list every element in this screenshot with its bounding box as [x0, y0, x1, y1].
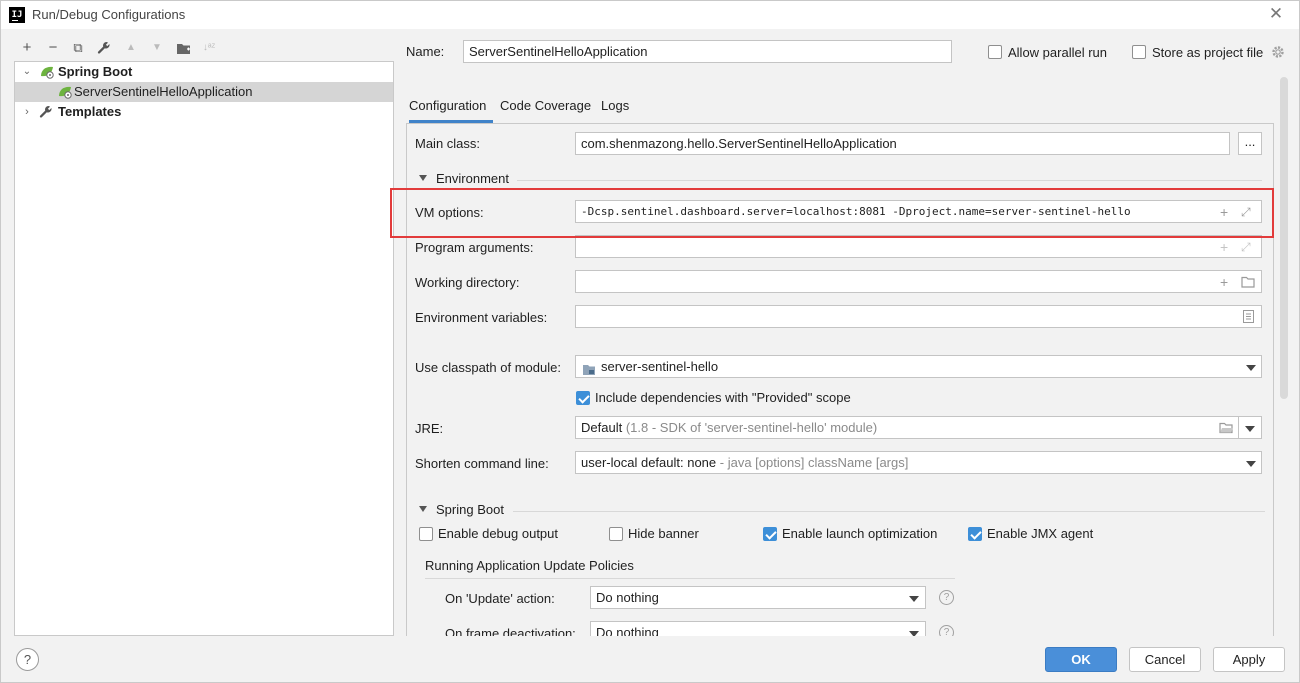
- close-icon[interactable]: ✕: [1267, 5, 1285, 23]
- classpath-module-value: server-sentinel-hello: [601, 359, 719, 374]
- module-folder-icon: [582, 361, 596, 377]
- hide-banner-checkbox[interactable]: [609, 527, 623, 541]
- vertical-scrollbar[interactable]: [1280, 77, 1288, 399]
- program-arguments-input[interactable]: [575, 235, 1262, 258]
- tree-node-server-sentinel-hello-application[interactable]: ServerSentinelHelloApplication: [15, 82, 393, 102]
- apply-button[interactable]: Apply: [1213, 647, 1285, 672]
- store-as-project-file-checkbox[interactable]: [1132, 45, 1146, 59]
- environment-divider: [517, 180, 1262, 181]
- jre-value: Default: [581, 420, 623, 435]
- tree-label-templates: Templates: [58, 104, 122, 119]
- expand-icon[interactable]: ⤢: [1241, 205, 1251, 219]
- jre-label: JRE:: [415, 421, 444, 436]
- include-provided-deps-label: Include dependencies with "Provided" sco…: [595, 390, 851, 405]
- dropdown-arrow-icon[interactable]: [909, 596, 919, 602]
- jre-select[interactable]: Default (1.8 - SDK of 'server-sentinel-h…: [575, 416, 1239, 439]
- tab-logs[interactable]: Logs: [601, 97, 629, 123]
- classpath-module-select[interactable]: server-sentinel-hello: [575, 355, 1262, 378]
- folder-icon[interactable]: [1219, 422, 1234, 437]
- configuration-panel: Main class: com.shenmazong.hello.ServerS…: [406, 123, 1274, 636]
- window-title: Run/Debug Configurations: [32, 7, 186, 22]
- shorten-command-line-value: user-local default: none: [581, 455, 717, 470]
- environment-section-title: Environment: [436, 171, 509, 186]
- spring-boot-divider: [513, 511, 1265, 512]
- configuration-tree: ⌄ Spring Boot ServerSentinelHelloApplica…: [14, 61, 394, 636]
- name-input[interactable]: ServerSentinelHelloApplication: [463, 40, 952, 63]
- shorten-command-line-hint: - java [options] className [args]: [719, 455, 909, 470]
- document-icon[interactable]: [1243, 310, 1254, 326]
- working-directory-label: Working directory:: [415, 275, 520, 290]
- environment-collapse-icon[interactable]: [419, 175, 427, 181]
- program-arguments-label: Program arguments:: [415, 240, 534, 255]
- main-class-input[interactable]: com.shenmazong.hello.ServerSentinelHello…: [575, 132, 1230, 155]
- browse-main-class-button[interactable]: ...: [1238, 132, 1262, 155]
- wrench-icon: [39, 105, 53, 125]
- name-label: Name:: [406, 44, 445, 59]
- dropdown-arrow-icon[interactable]: [1246, 461, 1256, 467]
- hide-banner-label: Hide banner: [628, 526, 699, 541]
- tree-label-spring-boot: Spring Boot: [58, 64, 133, 79]
- wrench-icon[interactable]: [95, 39, 113, 57]
- folder-icon[interactable]: [1241, 276, 1255, 291]
- spring-boot-collapse-icon[interactable]: [419, 506, 427, 512]
- vm-options-label: VM options:: [415, 205, 484, 220]
- run-debug-configurations-dialog: IJ Run/Debug Configurations ✕ + − ⧉ ▲ ▼ …: [0, 0, 1300, 683]
- update-policies-title: Running Application Update Policies: [425, 558, 634, 573]
- allow-parallel-run-checkbox[interactable]: [988, 45, 1002, 59]
- question-icon[interactable]: ?: [939, 625, 954, 636]
- shorten-command-line-label: Shorten command line:: [415, 456, 549, 471]
- vm-options-input[interactable]: -Dcsp.sentinel.dashboard.server=localhos…: [575, 200, 1262, 223]
- tree-node-templates[interactable]: › Templates: [15, 102, 393, 122]
- enable-debug-output-checkbox[interactable]: [419, 527, 433, 541]
- question-icon[interactable]: ?: [939, 590, 954, 605]
- add-icon[interactable]: +: [1220, 240, 1228, 254]
- enable-launch-optimization-label: Enable launch optimization: [782, 526, 938, 541]
- working-directory-input[interactable]: [575, 270, 1262, 293]
- environment-variables-input[interactable]: [575, 305, 1262, 328]
- tree-label-config-item: ServerSentinelHelloApplication: [74, 84, 253, 99]
- tree-node-spring-boot[interactable]: ⌄ Spring Boot: [15, 62, 393, 82]
- classpath-module-label: Use classpath of module:: [415, 360, 561, 375]
- enable-debug-output-label: Enable debug output: [438, 526, 558, 541]
- enable-jmx-agent-label: Enable JMX agent: [987, 526, 1094, 541]
- expand-icon[interactable]: ⤢: [1241, 240, 1251, 254]
- on-frame-deactivation-select[interactable]: Do nothing: [590, 621, 926, 636]
- add-icon[interactable]: +: [1220, 205, 1228, 219]
- chevron-right-icon[interactable]: ›: [21, 102, 33, 122]
- main-class-label: Main class:: [415, 136, 481, 151]
- on-update-action-select[interactable]: Do nothing: [590, 586, 926, 609]
- enable-jmx-agent-checkbox[interactable]: [968, 527, 982, 541]
- dropdown-arrow-icon[interactable]: [1245, 426, 1255, 432]
- shorten-command-line-select[interactable]: user-local default: none - java [options…: [575, 451, 1262, 474]
- remove-configuration-button[interactable]: −: [44, 39, 62, 57]
- title-bar: IJ Run/Debug Configurations ✕: [1, 1, 1299, 29]
- add-icon[interactable]: +: [1220, 275, 1228, 289]
- chevron-down-icon[interactable]: ⌄: [21, 62, 33, 82]
- dropdown-arrow-icon[interactable]: [1246, 365, 1256, 371]
- ok-button[interactable]: OK: [1045, 647, 1117, 672]
- tab-code-coverage[interactable]: Code Coverage: [500, 97, 591, 123]
- update-policies-divider: [425, 578, 955, 579]
- tab-configuration[interactable]: Configuration: [409, 97, 493, 123]
- spring-boot-section-title: Spring Boot: [436, 502, 504, 517]
- environment-variables-label: Environment variables:: [415, 310, 548, 325]
- on-frame-deactivation-label: On frame deactivation:: [445, 626, 576, 636]
- store-as-project-file-label: Store as project file: [1152, 45, 1264, 60]
- dropdown-arrow-icon[interactable]: [909, 631, 919, 636]
- intellij-app-icon: IJ: [9, 7, 25, 23]
- folder-icon[interactable]: [174, 39, 192, 57]
- move-down-button[interactable]: ▼: [148, 39, 166, 57]
- allow-parallel-run-label: Allow parallel run: [1008, 45, 1107, 60]
- enable-launch-optimization-checkbox[interactable]: [763, 527, 777, 541]
- on-update-action-label: On 'Update' action:: [445, 591, 555, 606]
- move-up-button[interactable]: ▲: [122, 39, 140, 57]
- jre-hint: (1.8 - SDK of 'server-sentinel-hello' mo…: [625, 420, 878, 435]
- sort-icon[interactable]: ↓ᵃᶻ: [200, 39, 218, 57]
- gear-icon[interactable]: [1271, 45, 1285, 62]
- help-button[interactable]: ?: [16, 648, 39, 671]
- include-provided-deps-checkbox[interactable]: [576, 391, 590, 405]
- add-configuration-button[interactable]: +: [18, 39, 36, 57]
- copy-configuration-button[interactable]: ⧉: [69, 39, 87, 57]
- cancel-button[interactable]: Cancel: [1129, 647, 1201, 672]
